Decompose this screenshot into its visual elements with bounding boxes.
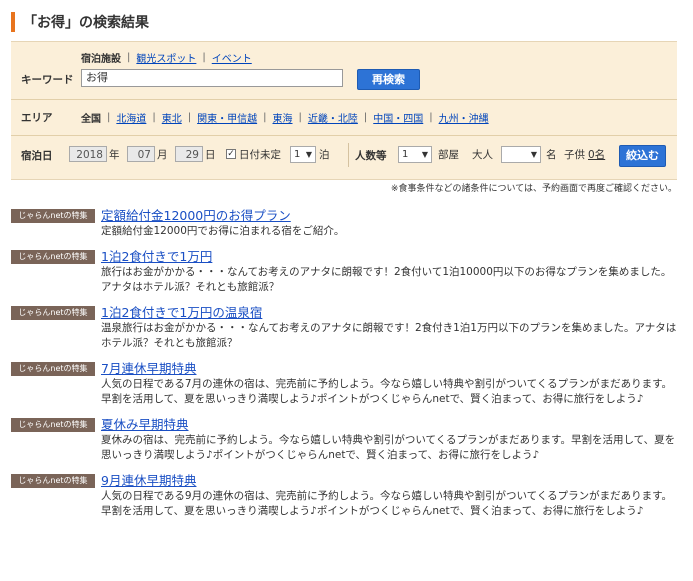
result-description: 旅行はお金がかかる・・・なんてお考えのアナタに朗報です！2食付いて1泊10000… xyxy=(101,266,672,293)
result-description: 定額給付金12000円でお得に泊まれる宿をご紹介。 xyxy=(101,225,345,237)
area-item-hokkaido[interactable]: 北海道 xyxy=(116,110,146,125)
tab-events[interactable]: イベント xyxy=(212,50,252,65)
result-title-link[interactable]: 1泊2食付きで1万円の温泉宿 xyxy=(101,304,677,321)
result-title-link[interactable]: 9月連休早期特典 xyxy=(101,472,677,489)
feature-badge: じゃらんnetの特集 xyxy=(11,250,95,264)
area-item-tohoku[interactable]: 東北 xyxy=(162,110,182,125)
result-title-link[interactable]: 1泊2食付きで1万円 xyxy=(101,248,677,265)
result-description: 温泉旅行はお金がかかる・・・なんてお考えのアナタに朗報です！2食付き1泊1万円以… xyxy=(101,322,677,349)
result-title-link[interactable]: 7月連休早期特典 xyxy=(101,360,677,377)
result-description: 夏休みの宿は、完売前に予約しよう。今なら嬉しい特典や割引がついてくるプランがまだ… xyxy=(101,434,676,461)
month-field[interactable]: 07 xyxy=(127,146,155,162)
area-item-chugoku[interactable]: 中国・四国 xyxy=(373,110,423,125)
divider xyxy=(348,143,349,167)
area-label: エリア xyxy=(21,112,53,124)
area-row: エリア 全国 | 北海道 | 東北 | 関東・甲信越 | 東海 | 近畿・北陸 … xyxy=(11,99,677,136)
list-item: じゃらんnetの特集 9月連休早期特典 人気の日程である9月の連休の宿は、完売前… xyxy=(11,472,677,519)
result-title-link[interactable]: 夏休み早期特典 xyxy=(101,416,677,433)
list-item: じゃらんnetの特集 1泊2食付きで1万円 旅行はお金がかかる・・・なんてお考え… xyxy=(11,248,677,295)
keyword-row: キーワード 宿泊施設 | 観光スポット | イベント お得 再検索 xyxy=(11,42,677,100)
area-item-kanto[interactable]: 関東・甲信越 xyxy=(197,110,257,125)
area-item-kyushu[interactable]: 九州・沖縄 xyxy=(439,110,489,125)
page-title: 「お得」の検索結果 xyxy=(23,15,149,31)
keyword-label: キーワード xyxy=(21,74,74,86)
feature-badge: じゃらんnetの特集 xyxy=(11,209,95,223)
page-title-area: 「お得」の検索結果 xyxy=(11,11,149,33)
stay-date-row: 宿泊日 2018 年 07 月 29 日 ✓ 日付未定 1 ▼ 泊 人数等 1 ▼ … xyxy=(11,135,677,179)
date-undecided-checkbox[interactable]: ✓ xyxy=(226,149,236,159)
rooms-select[interactable]: 1 ▼ xyxy=(398,146,432,163)
area-item-tokai[interactable]: 東海 xyxy=(273,110,293,125)
chevron-down-icon: ▼ xyxy=(305,150,312,159)
adults-select[interactable]: ▼ xyxy=(501,146,541,163)
conditions-note: ※食事条件などの諸条件については、予約画面で再度ご確認ください。 xyxy=(390,184,677,194)
tab-sightseeing[interactable]: 観光スポット xyxy=(136,50,196,65)
nights-select[interactable]: 1 ▼ xyxy=(290,146,316,163)
keyword-input[interactable]: お得 xyxy=(81,69,343,87)
result-description: 人気の日程である9月の連休の宿は、完売前に予約しよう。今なら嬉しい特典や割引がつ… xyxy=(101,490,673,517)
tab-lodging[interactable]: 宿泊施設 xyxy=(81,50,121,65)
results-list: じゃらんnetの特集 定額給付金12000円のお得プラン 定額給付金12000円… xyxy=(11,207,677,528)
area-list: 全国 | 北海道 | 東北 | 関東・甲信越 | 東海 | 近畿・北陸 | 中国… xyxy=(81,110,489,125)
feature-badge: じゃらんnetの特集 xyxy=(11,362,95,376)
stay-label: 宿泊日 xyxy=(21,150,53,162)
date-undecided-label: 日付未定 xyxy=(239,149,281,161)
feature-badge: じゃらんnetの特集 xyxy=(11,306,95,320)
feature-badge: じゃらんnetの特集 xyxy=(11,474,95,488)
result-description: 人気の日程である7月の連休の宿は、完売前に予約しよう。今なら嬉しい特典や割引がつ… xyxy=(101,378,673,405)
people-label: 人数等 xyxy=(355,150,387,162)
area-item-all[interactable]: 全国 xyxy=(81,110,101,125)
title-accent-bar xyxy=(11,12,15,32)
list-item: じゃらんnetの特集 定額給付金12000円のお得プラン 定額給付金12000円… xyxy=(11,207,677,239)
search-panel: キーワード 宿泊施設 | 観光スポット | イベント お得 再検索 エリア 全国… xyxy=(11,41,677,180)
list-item: じゃらんnetの特集 夏休み早期特典 夏休みの宿は、完売前に予約しよう。今なら嬉… xyxy=(11,416,677,463)
chevron-down-icon: ▼ xyxy=(530,150,537,159)
list-item: じゃらんnetの特集 7月連休早期特典 人気の日程である7月の連休の宿は、完売前… xyxy=(11,360,677,407)
result-title-link[interactable]: 定額給付金12000円のお得プラン xyxy=(101,207,677,224)
chevron-down-icon: ▼ xyxy=(421,150,428,159)
search-type-tabs: 宿泊施設 | 観光スポット | イベント xyxy=(81,50,252,65)
re-search-button[interactable]: 再検索 xyxy=(357,69,420,90)
day-field[interactable]: 29 xyxy=(175,146,203,162)
list-item: じゃらんnetの特集 1泊2食付きで1万円の温泉宿 温泉旅行はお金がかかる・・・… xyxy=(11,304,677,351)
area-item-kinki[interactable]: 近畿・北陸 xyxy=(308,110,358,125)
year-field[interactable]: 2018 xyxy=(69,146,107,162)
children-link[interactable]: 0名 xyxy=(588,147,605,162)
feature-badge: じゃらんnetの特集 xyxy=(11,418,95,432)
narrow-down-button[interactable]: 絞込む xyxy=(619,145,666,167)
